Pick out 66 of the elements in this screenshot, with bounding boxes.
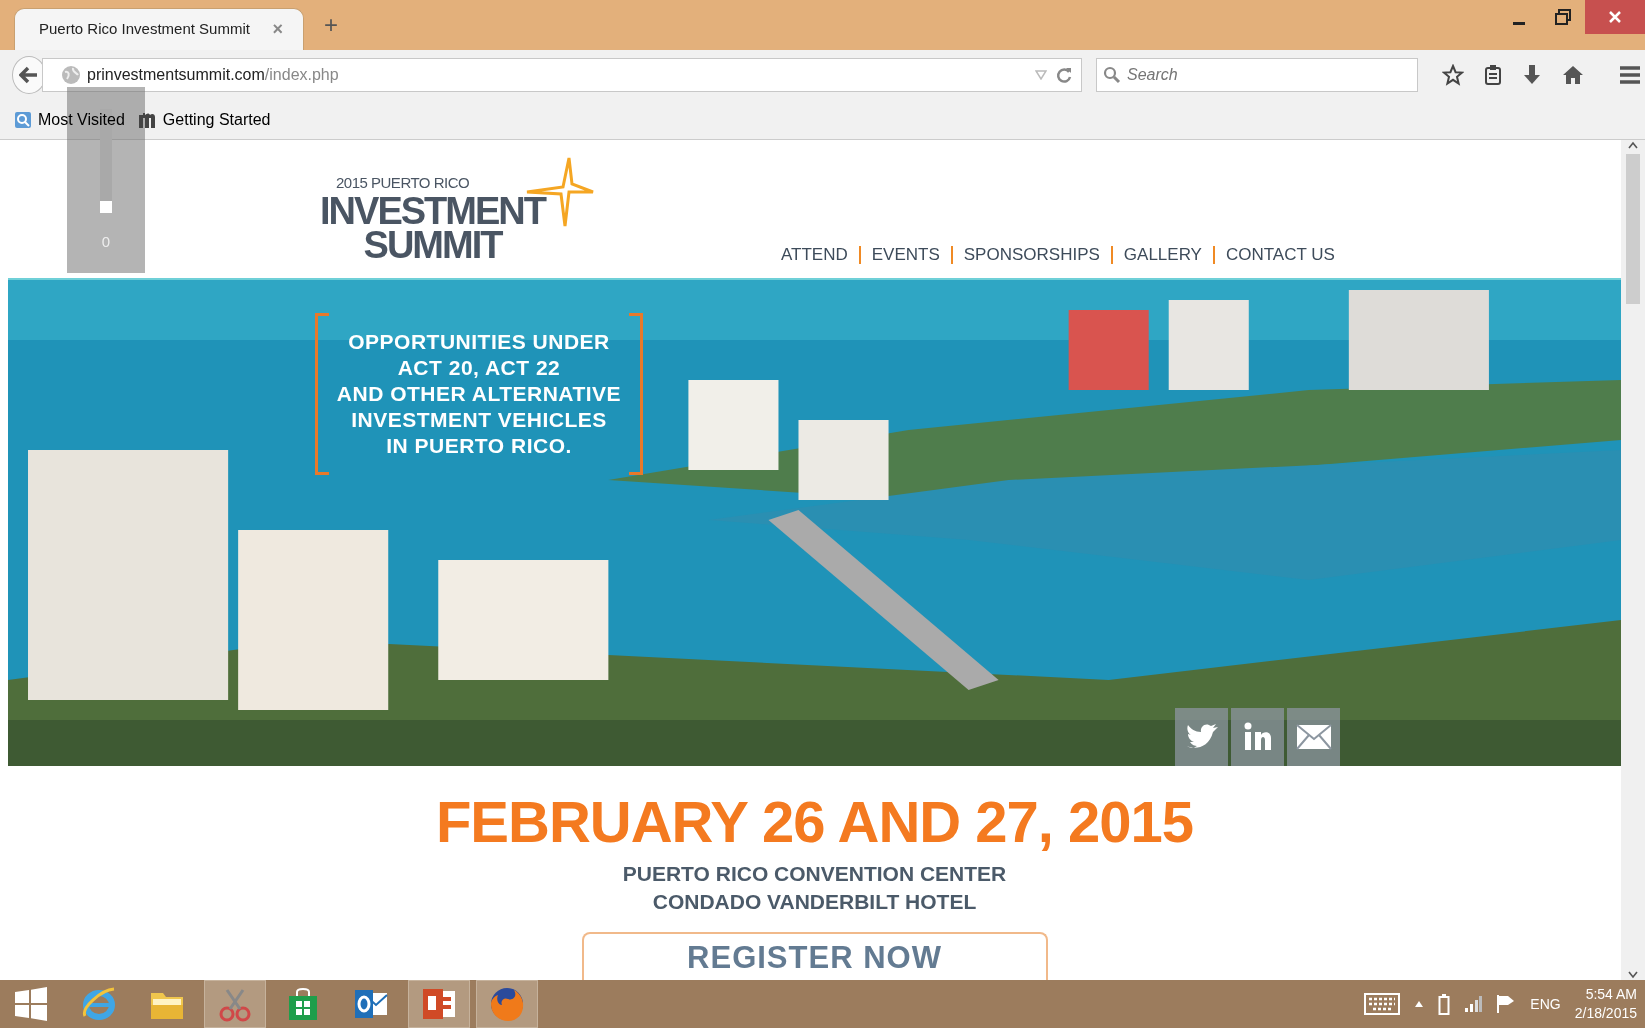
event-date: FEBRUARY 26 AND 27, 2015 xyxy=(435,792,1194,852)
signal-icon[interactable] xyxy=(1464,996,1483,1012)
headline-line: OPPORTUNITIES UNDER xyxy=(348,329,610,355)
shopping-bag-icon xyxy=(287,986,319,1022)
home-icon[interactable] xyxy=(1562,64,1584,86)
presentation-icon xyxy=(421,987,457,1021)
linkedin-share-button[interactable] xyxy=(1231,708,1284,766)
language-indicator[interactable]: ENG xyxy=(1530,993,1561,1015)
keyboard-icon[interactable] xyxy=(1364,993,1401,1015)
headline-line: ACT 20, ACT 22 xyxy=(397,355,561,381)
menu-icon[interactable] xyxy=(1618,65,1642,85)
search-icon xyxy=(1103,66,1121,84)
reading-list-icon[interactable] xyxy=(1484,64,1502,86)
close-icon xyxy=(1608,10,1622,24)
taskbar-app[interactable] xyxy=(476,980,538,1028)
reload-icon[interactable] xyxy=(1055,66,1073,84)
scrollbar[interactable] xyxy=(1621,140,1645,980)
volume-thumb[interactable] xyxy=(100,201,112,213)
nav-link[interactable]: GALLERY xyxy=(1110,246,1213,264)
venue-line: PUERTO RICO CONVENTION CENTER xyxy=(622,861,1007,887)
venue-line: CONDADO VANDERBILT HOTEL xyxy=(651,889,978,915)
taskbar-app[interactable] xyxy=(408,980,470,1028)
clock-time[interactable]: 5:54 AM xyxy=(1585,985,1637,1004)
headline-line: INVESTMENT VEHICLES xyxy=(351,407,607,433)
logo-year-line: 2015 PUERTO RICO xyxy=(336,172,471,193)
new-tab-button[interactable]: + xyxy=(318,6,344,44)
register-button[interactable]: REGISTER NOW xyxy=(581,932,1048,980)
site-icon xyxy=(136,110,157,129)
headline-line: IN PUERTO RICO. xyxy=(386,433,572,459)
logo-title-line: INVESTMENT xyxy=(320,194,545,228)
battery-icon[interactable] xyxy=(1438,993,1451,1015)
linkedin-icon xyxy=(1242,722,1273,752)
address-bar[interactable]: prinvestmentsummit.com/index.php xyxy=(42,58,1082,92)
nav-link[interactable]: ATTEND xyxy=(770,246,859,264)
bookmark-folder-icon xyxy=(14,110,32,129)
volume-reading: 0 xyxy=(101,232,111,252)
address-path: /index.php xyxy=(264,66,339,83)
caret-up-icon[interactable] xyxy=(1414,1000,1425,1008)
download-icon[interactable] xyxy=(1522,64,1542,86)
taskbar-app[interactable] xyxy=(204,980,266,1028)
nav-link[interactable]: CONTACT US xyxy=(1212,246,1346,264)
fox-globe-icon xyxy=(488,985,526,1023)
bookmark-item[interactable]: Getting Started xyxy=(134,107,273,132)
nav-link[interactable]: SPONSORSHIPS xyxy=(950,246,1111,264)
headline-line: AND OTHER ALTERNATIVE xyxy=(336,381,622,407)
minimize-icon xyxy=(1513,21,1525,25)
globe-icon xyxy=(61,65,81,85)
restore-icon xyxy=(1555,9,1571,25)
scroll-down-icon[interactable] xyxy=(1627,970,1639,980)
scroll-up-icon[interactable] xyxy=(1627,140,1639,150)
address-domain: prinvestmentsummit.com xyxy=(87,66,265,83)
scrollbar-thumb[interactable] xyxy=(1626,154,1640,304)
clock-date[interactable]: 2/18/2015 xyxy=(1574,1004,1637,1023)
close-window-button[interactable] xyxy=(1585,0,1645,34)
logo-title-line: SUMMIT xyxy=(362,228,503,262)
browser-tab[interactable]: Puerto Rico Investment Summit × xyxy=(14,8,304,50)
globe-ring-icon xyxy=(81,986,117,1022)
bookmark-star-icon[interactable] xyxy=(1442,64,1464,86)
nav-link[interactable]: EVENTS xyxy=(858,246,951,264)
back-arrow-icon xyxy=(19,66,39,84)
search-field[interactable]: Search xyxy=(1096,58,1418,92)
email-share-button[interactable] xyxy=(1287,708,1340,766)
envelope-icon xyxy=(1295,724,1332,750)
mail-app-icon xyxy=(353,987,389,1021)
twitter-share-button[interactable] xyxy=(1175,708,1228,766)
start-icon xyxy=(13,986,49,1022)
